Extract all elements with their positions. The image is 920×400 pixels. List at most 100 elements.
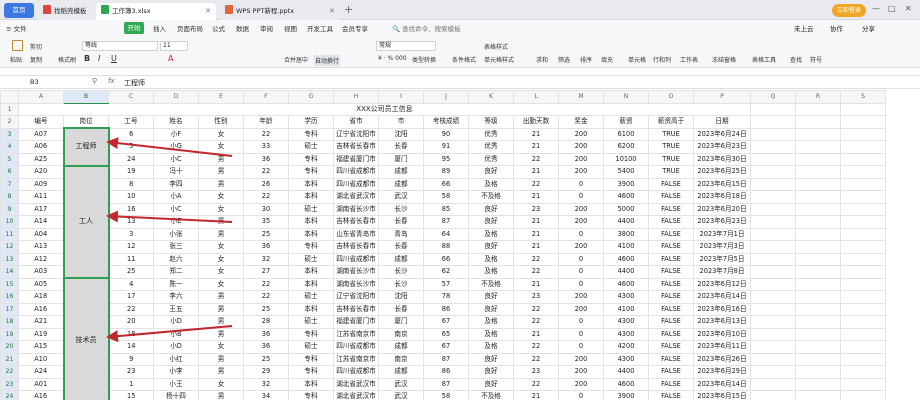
type-convert-button[interactable]: 类型转换 [412,55,436,64]
empty-cell[interactable] [840,340,886,354]
data-cell[interactable]: 2023年7月8日 [693,265,751,279]
data-cell[interactable]: 女 [198,127,244,141]
data-cell[interactable]: 湖北省武汉市 [333,390,379,400]
italic-button[interactable]: I [98,54,100,63]
data-cell[interactable]: 22 [513,265,559,279]
menu-data[interactable]: 数据 [236,23,249,33]
empty-cell[interactable] [840,102,886,116]
data-cell[interactable]: 男 [198,227,244,241]
row-header[interactable]: 6 [0,165,19,179]
data-cell[interactable]: 本科 [288,277,334,291]
column-header-q[interactable]: Q [750,90,796,104]
empty-cell[interactable] [750,265,796,279]
data-cell[interactable]: 小G [153,140,199,154]
data-cell[interactable]: 优秀 [468,140,514,154]
cell-id[interactable]: A06 [18,140,64,154]
data-cell[interactable]: 87 [423,352,469,366]
find-button[interactable]: 查找 [790,55,802,64]
row-header[interactable]: 18 [0,315,19,329]
data-cell[interactable]: 36 [243,240,289,254]
column-header-s[interactable]: S [840,90,886,104]
file-menu[interactable]: ≡ 文件 [6,23,27,33]
cell-id[interactable]: A14 [18,215,64,229]
data-cell[interactable]: 男 [198,315,244,329]
data-cell[interactable]: 15 [108,390,154,400]
cell-id[interactable]: A05 [18,277,64,291]
data-cell[interactable]: 14 [108,340,154,354]
font-select[interactable]: 等线 [82,41,158,51]
data-cell[interactable]: FALSE [648,352,694,366]
data-cell[interactable]: 男 [198,215,244,229]
data-cell[interactable]: 女 [198,140,244,154]
row-header[interactable]: 16 [0,290,19,304]
data-cell[interactable]: 32 [243,252,289,266]
data-cell[interactable]: 200 [558,365,604,379]
data-cell[interactable]: 良好 [468,240,514,254]
symbol-button[interactable]: 符号 [810,55,822,64]
empty-cell[interactable] [795,315,841,329]
data-cell[interactable]: 冯十 [153,165,199,179]
font-size-select[interactable]: 11 [160,41,188,51]
data-cell[interactable]: 2023年6月16日 [693,302,751,316]
spreadsheet-grid[interactable]: A B C D E F G H I J K L M N O P Q R S 1 XXX公司员工信息 2 编号 岗位 工号 姓名 性别… [0,90,920,400]
empty-cell[interactable] [795,327,841,341]
data-cell[interactable]: 小F [153,127,199,141]
data-cell[interactable]: 李六 [153,290,199,304]
data-cell[interactable]: 李四 [153,177,199,191]
data-cell[interactable]: 长沙 [378,277,424,291]
row-header[interactable]: 10 [0,215,19,229]
row-header[interactable]: 4 [0,140,19,154]
data-cell[interactable]: 32 [243,377,289,391]
empty-cell[interactable] [795,290,841,304]
data-cell[interactable]: 30 [243,202,289,216]
header-cell[interactable]: 考核成绩 [423,115,469,129]
data-cell[interactable]: 小B [153,327,199,341]
data-cell[interactable]: 22 [243,127,289,141]
data-cell[interactable]: 本科 [288,215,334,229]
empty-cell[interactable] [750,252,796,266]
data-cell[interactable]: 9 [108,352,154,366]
data-cell[interactable]: 2023年7月5日 [693,252,751,266]
data-cell[interactable]: 杨十四 [153,390,199,400]
row-header[interactable]: 22 [0,365,19,379]
data-cell[interactable]: 27 [243,265,289,279]
empty-cell[interactable] [840,390,886,400]
empty-cell[interactable] [840,265,886,279]
data-cell[interactable]: 33 [243,140,289,154]
freeze-panes-button[interactable]: 冻结窗格 [712,55,736,64]
data-cell[interactable]: 男 [198,152,244,166]
data-cell[interactable]: 本科 [288,265,334,279]
data-cell[interactable]: 良好 [468,377,514,391]
data-cell[interactable]: 0 [558,327,604,341]
data-cell[interactable]: 良好 [468,215,514,229]
column-header-n[interactable]: N [603,90,649,104]
menu-start[interactable]: 开始 [124,22,144,34]
data-cell[interactable]: 0 [558,340,604,354]
data-cell[interactable]: 66 [423,177,469,191]
cell-id[interactable]: A25 [18,152,64,166]
row-header[interactable]: 20 [0,340,19,354]
data-cell[interactable]: 湖北省武汉市 [333,190,379,204]
header-cell[interactable]: 薪资 [603,115,649,129]
wrap-text-button[interactable]: 自动换行 [314,55,341,66]
tab-workbook[interactable]: 工作簿3.xlsx ✕ [96,3,216,20]
data-cell[interactable]: 4300 [603,315,649,329]
data-cell[interactable]: 4100 [603,302,649,316]
data-cell[interactable]: 22 [243,277,289,291]
row-header[interactable]: 12 [0,240,19,254]
data-cell[interactable]: 0 [558,227,604,241]
data-cell[interactable]: 22 [243,290,289,304]
cell-id[interactable]: A01 [18,377,64,391]
data-cell[interactable]: 2023年6月10日 [693,327,751,341]
data-cell[interactable]: 86 [423,302,469,316]
data-cell[interactable]: 辽宁省沈阳市 [333,290,379,304]
data-cell[interactable]: 200 [558,127,604,141]
data-cell[interactable]: 女 [198,277,244,291]
data-cell[interactable]: 女 [198,265,244,279]
data-cell[interactable]: 20 [108,315,154,329]
data-cell[interactable]: 21 [513,327,559,341]
menu-view[interactable]: 视图 [284,23,297,33]
data-cell[interactable]: 3900 [603,390,649,400]
data-cell[interactable]: 36 [243,152,289,166]
empty-cell[interactable] [795,240,841,254]
